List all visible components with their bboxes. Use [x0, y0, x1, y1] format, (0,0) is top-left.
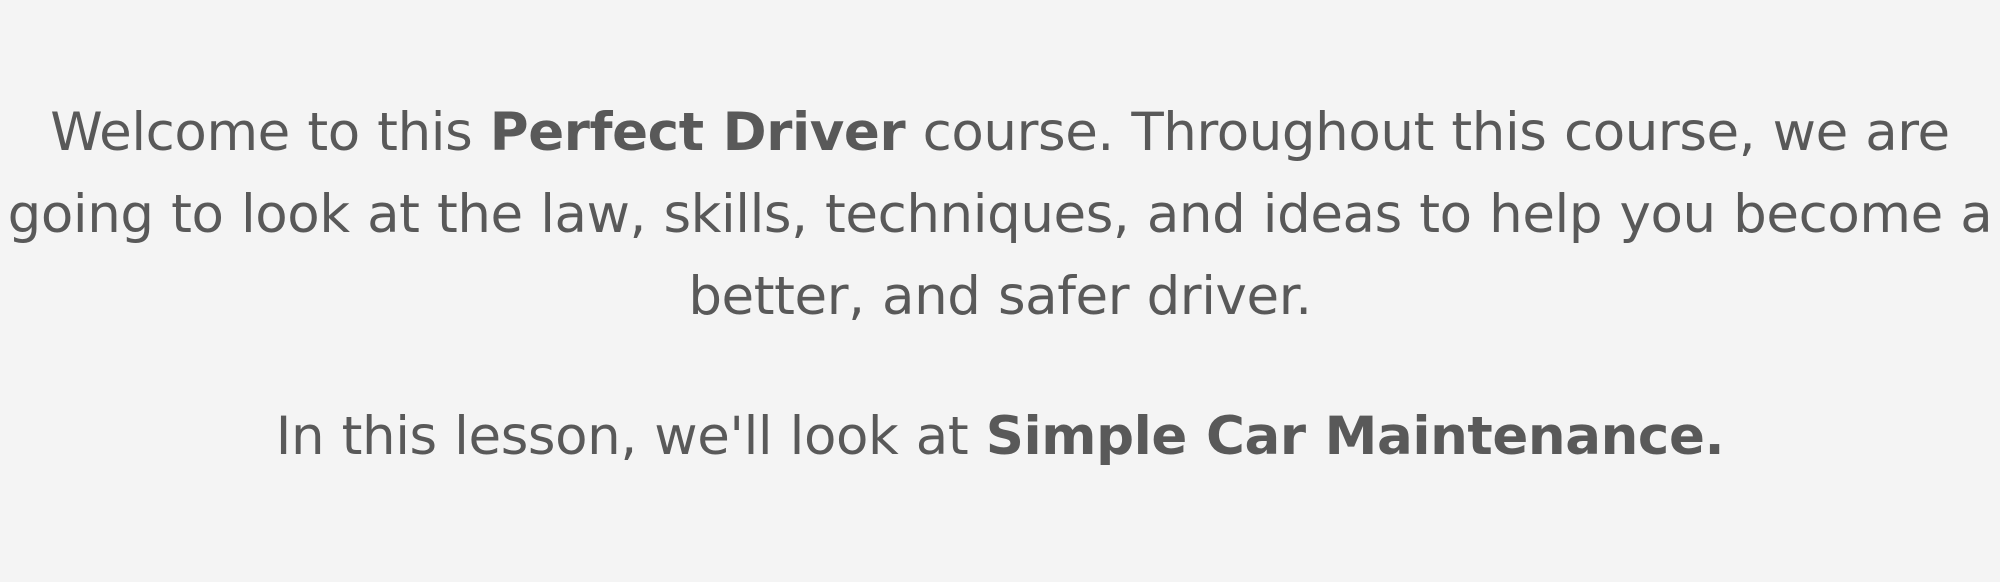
lesson-topic-paragraph: In this lesson, we'll look at Simple Car…	[0, 396, 2000, 478]
lesson-intro-page: Welcome to this Perfect Driver course. T…	[0, 0, 2000, 582]
intro-line-2: going to look at the law, skills, techni…	[7, 184, 1993, 245]
intro-line-1: Welcome to this Perfect Driver course. T…	[50, 102, 1950, 163]
intro-text-before-course: Welcome to this	[50, 102, 490, 163]
course-name: Perfect Driver	[489, 102, 906, 163]
intro-text-after-course: course. Throughout this course, we are	[905, 102, 1950, 163]
lesson-topic: Simple Car Maintenance.	[985, 406, 1725, 467]
intro-line-3: better, and safer driver.	[688, 266, 1312, 327]
course-intro-paragraph: Welcome to this Perfect Driver course. T…	[0, 92, 2000, 338]
lesson-prefix: In this lesson, we'll look at	[275, 406, 986, 467]
